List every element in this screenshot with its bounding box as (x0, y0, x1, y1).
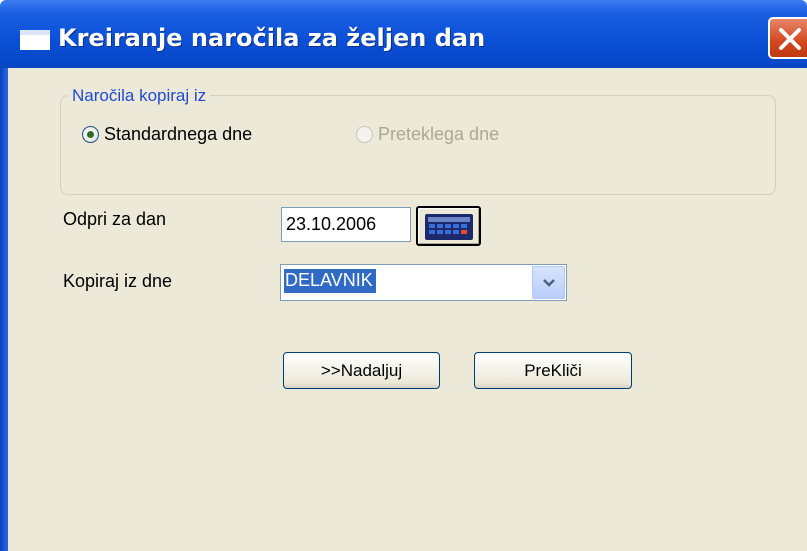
dropdown-button[interactable] (532, 266, 565, 299)
window-frame-left (0, 68, 8, 551)
window-icon (20, 30, 50, 50)
radio-previous-day-label: Preteklega dne (378, 124, 500, 144)
continue-button[interactable]: >>Nadaljuj (283, 352, 440, 389)
radio-standard-day-label: Standardnega dne (104, 124, 253, 144)
open-day-label: Odpri za dan (63, 209, 167, 229)
copy-source-group (60, 95, 776, 195)
cancel-button[interactable]: PreKliči (474, 352, 632, 389)
chevron-down-icon (543, 279, 555, 287)
open-day-input[interactable]: 23.10.2006 (281, 207, 411, 242)
calendar-icon (425, 214, 473, 240)
copy-from-selected-value: DELAVNIK (284, 269, 376, 293)
calendar-button[interactable] (416, 206, 481, 246)
copy-from-select[interactable]: DELAVNIK (280, 264, 567, 301)
dialog-window: Kreiranje naročila za željen dan Naročil… (0, 0, 807, 551)
close-icon (779, 28, 801, 50)
radio-previous-day: Preteklega dne (356, 124, 499, 145)
close-button[interactable] (768, 17, 807, 59)
group-legend: Naročila kopiraj iz (68, 86, 211, 106)
radio-standard-day[interactable]: Standardnega dne (82, 124, 252, 145)
title-bar[interactable]: Kreiranje naročila za željen dan (0, 0, 807, 68)
window-title: Kreiranje naročila za željen dan (58, 24, 486, 52)
radio-button-checked[interactable] (82, 126, 99, 143)
radio-button-disabled (356, 126, 373, 143)
copy-from-label: Kopiraj iz dne (63, 271, 173, 291)
